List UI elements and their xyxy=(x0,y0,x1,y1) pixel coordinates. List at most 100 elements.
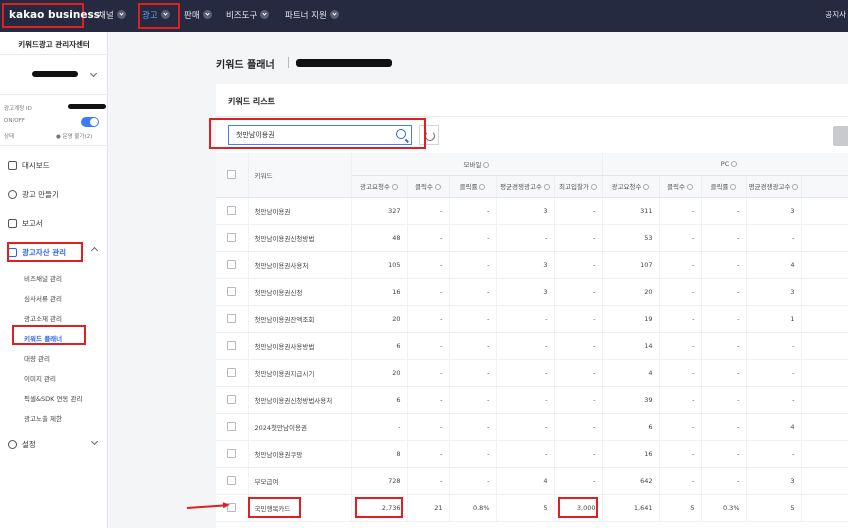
pc-ctr-cell: - xyxy=(701,224,747,252)
help-icon[interactable] xyxy=(391,184,398,190)
row-checkbox[interactable] xyxy=(227,260,237,269)
sidebar-item-report[interactable]: 보고서 xyxy=(8,218,43,229)
table-row[interactable]: 2024첫만남이용권 - - - - -6- -4 xyxy=(216,413,848,441)
row-checkbox[interactable] xyxy=(227,422,237,431)
column-header-label: 클릭률 xyxy=(459,183,478,191)
help-icon[interactable] xyxy=(686,184,693,190)
mobile-max-bid-cell: - xyxy=(554,386,603,414)
sidebar-item-label: 설정 xyxy=(22,440,36,449)
row-checkbox[interactable] xyxy=(227,449,237,458)
select-all-checkbox[interactable] xyxy=(227,170,237,180)
pc-impressions-cell: 19 xyxy=(602,305,660,333)
mobile-impressions-cell: 327 xyxy=(351,197,408,225)
pc-clicks-cell: - xyxy=(659,251,702,279)
sidebar-sub-pixel-sdk[interactable]: 픽셀&SDK 연동 관리 xyxy=(24,393,82,403)
row-checkbox[interactable] xyxy=(227,233,237,242)
row-checkbox[interactable] xyxy=(227,341,237,350)
mobile-clicks-cell: - xyxy=(407,305,450,333)
sidebar-sub-bulk[interactable]: 대량 관리 xyxy=(24,353,50,363)
help-icon[interactable] xyxy=(792,184,799,190)
chevron-down-icon[interactable] xyxy=(89,69,98,78)
pc-header-label: PC xyxy=(720,159,730,168)
overflow-cell xyxy=(801,197,848,225)
row-checkbox[interactable] xyxy=(227,206,237,215)
table-row[interactable]: 첫만남이용권신청방법 48- - - -53- - - xyxy=(216,224,848,252)
mobile-impressions-cell: 48 xyxy=(351,224,408,252)
dashboard-icon xyxy=(8,160,17,170)
mobile-impressions-cell: 6 xyxy=(351,332,408,360)
sidebar-sub-bizchannel[interactable]: 비즈채널 관리 xyxy=(24,273,62,283)
row-checkbox[interactable] xyxy=(227,476,237,485)
table-row[interactable]: 부모급여 728- -4-642- -3 xyxy=(216,467,848,495)
table-row[interactable]: 첫만남이용권사용방법 6- - - -14- - - xyxy=(216,332,848,360)
chevron-down-icon xyxy=(329,10,339,19)
pc-ctr-cell: - xyxy=(701,278,747,306)
table-row[interactable]: 첫만남이용권쿠팡 8- - - -16- - - xyxy=(216,440,848,468)
sidebar-item-label: 대시보드 xyxy=(22,161,50,170)
pc-clicks-cell: - xyxy=(659,386,702,414)
overflow-cell xyxy=(801,224,848,252)
sidebar-sub-review-docs[interactable]: 심사서류 관리 xyxy=(24,293,62,303)
row-checkbox[interactable] xyxy=(227,368,237,377)
nav-channel[interactable]: 채널 xyxy=(98,0,126,32)
help-icon[interactable] xyxy=(590,184,597,190)
table-row[interactable]: 첫만남이용권신청 16- -3-20- -3 xyxy=(216,278,848,306)
overflow-cell xyxy=(801,413,848,441)
help-icon[interactable] xyxy=(731,160,738,167)
help-icon[interactable] xyxy=(730,184,737,190)
row-checkbox[interactable] xyxy=(227,314,237,323)
pc-ctr-cell: - xyxy=(701,359,747,387)
pc-group-header: PC xyxy=(602,153,848,176)
report-icon xyxy=(8,218,17,228)
help-icon[interactable] xyxy=(479,184,486,190)
status-label: 상태 xyxy=(4,134,15,140)
table-row[interactable]: 국민행복카드 2,736 21 0.8% 5 3,000 1,641 5 0.3% 5 xyxy=(216,494,848,522)
sidebar-sub-image[interactable]: 이미지 관리 xyxy=(24,373,56,383)
help-icon[interactable] xyxy=(643,184,650,190)
sidebar-sub-ad-creative[interactable]: 광고소재 관리 xyxy=(24,313,62,323)
mobile-clicks-cell: 21 xyxy=(407,494,450,522)
highlight-box-keyword xyxy=(248,497,301,518)
nav-partner-support[interactable]: 파트너 지원 xyxy=(285,0,339,32)
mobile-ctr-cell: - xyxy=(449,197,497,225)
mobile-clicks-cell: - xyxy=(407,332,450,360)
row-checkbox[interactable] xyxy=(227,287,237,296)
page-title: 키워드 플래너 xyxy=(216,60,275,71)
redacted-account-id xyxy=(68,104,106,109)
mobile-max-bid-cell: - xyxy=(554,467,603,495)
table-row[interactable]: 첫만남이용권 327- -3-311- -3 xyxy=(216,197,848,225)
sidebar-item-dashboard[interactable]: 대시보드 xyxy=(8,160,50,171)
mobile-ctr-cell: - xyxy=(449,467,497,495)
pc-avg-competing-ads-header: 평균경쟁광고수 xyxy=(746,175,802,198)
help-icon[interactable] xyxy=(483,161,490,168)
sidebar-item-settings[interactable]: 설정 xyxy=(8,439,36,450)
sidebar-sub-ad-restriction[interactable]: 광고노출 제한 xyxy=(24,413,62,423)
mobile-impressions-cell: 16 xyxy=(351,278,408,306)
table-row[interactable]: 첫만남이용권지급시기 20- - - -4- - - xyxy=(216,359,848,387)
mobile-max-bid-cell: - xyxy=(554,440,603,468)
nav-biz-tools[interactable]: 비즈도구 xyxy=(226,0,270,32)
pc-clicks-cell: - xyxy=(659,224,702,252)
pc-impressions-header: 광고요청수 xyxy=(602,175,660,198)
chevron-up-icon[interactable] xyxy=(90,246,99,255)
row-select-cell xyxy=(216,197,249,225)
chevron-down-icon[interactable] xyxy=(90,437,99,446)
onoff-toggle[interactable] xyxy=(81,117,99,127)
table-row[interactable]: 첫만남이용권잔액조회 20- - - -19- -1 xyxy=(216,305,848,333)
action-button[interactable] xyxy=(833,126,848,146)
row-checkbox[interactable] xyxy=(227,395,237,404)
chevron-down-icon xyxy=(116,10,126,19)
mobile-max-bid-cell: - xyxy=(554,413,603,441)
column-header-label: 클릭수 xyxy=(667,183,685,191)
sidebar-item-create-ad[interactable]: 광고 만들기 xyxy=(8,189,59,200)
help-icon[interactable] xyxy=(434,184,441,190)
table-row[interactable]: 첫만남이용권사용처 105- -3-107- -4 xyxy=(216,251,848,279)
help-icon[interactable] xyxy=(543,184,550,190)
table-row[interactable]: 첫만남이용권신청방법사용처 6- - - -39- - - xyxy=(216,386,848,414)
gear-icon xyxy=(8,439,17,449)
nav-sales[interactable]: 판매 xyxy=(184,0,212,32)
mobile-clicks-cell: - xyxy=(407,278,450,306)
pc-avg-competing-ads-cell: - xyxy=(746,440,802,468)
notice-link[interactable]: 공지사 xyxy=(825,0,846,32)
kakao-business-logo[interactable]: kakao business xyxy=(2,3,100,28)
